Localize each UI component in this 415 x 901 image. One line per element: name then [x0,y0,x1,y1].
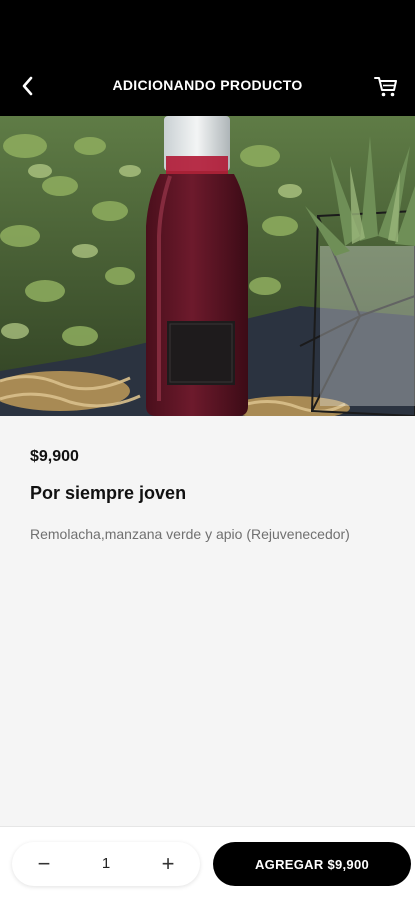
product-photo [0,116,415,416]
page-title: ADICIONANDO PRODUCTO [112,77,303,93]
increase-quantity-button[interactable]: + [140,842,196,886]
app-header: ADICIONANDO PRODUCTO [0,0,415,116]
cart-button[interactable] [371,72,401,102]
product-info: $9,900 Por siempre joven Remolacha,manza… [0,416,415,826]
product-price: $9,900 [30,448,79,465]
quantity-stepper: − 1 + [12,842,200,886]
product-description: Remolacha,manzana verde y apio (Rejuvene… [30,526,350,542]
quantity-value: 1 [101,855,111,872]
add-to-cart-button[interactable]: AGREGAR $9,900 [213,842,411,886]
decrease-quantity-button[interactable]: − [16,842,72,886]
product-name: Por siempre joven [30,483,187,503]
bottom-action-bar: − 1 + AGREGAR $9,900 [0,826,415,901]
shopping-cart-icon [374,77,397,97]
product-image [0,116,415,416]
